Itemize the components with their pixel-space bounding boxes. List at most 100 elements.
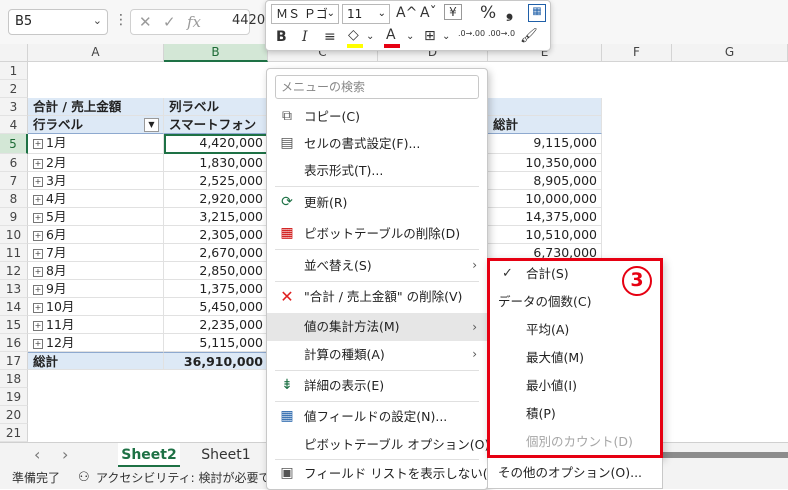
pivot-row-item[interactable]: +12月: [28, 334, 164, 352]
row-header[interactable]: 3: [0, 98, 28, 116]
menu-item-show-values-as[interactable]: 計算の種類(A) ›: [267, 341, 487, 368]
row-header[interactable]: 13: [0, 280, 28, 298]
pivot-row-item[interactable]: +6月: [28, 226, 164, 244]
next-sheet-icon[interactable]: ›: [62, 445, 68, 464]
grow-font-icon[interactable]: A^: [396, 4, 417, 22]
menu-item-hide-field-list[interactable]: ▣ フィールド リストを表示しない(D): [267, 460, 502, 487]
column-header-f[interactable]: F: [602, 44, 672, 62]
expand-icon[interactable]: +: [33, 321, 43, 331]
table-cell[interactable]: 14,375,000: [488, 208, 602, 226]
table-cell[interactable]: 2,850,000: [164, 262, 268, 280]
row-header[interactable]: 19: [0, 388, 28, 406]
pivot-column-item[interactable]: スマートフォン: [164, 116, 268, 134]
menu-item-refresh[interactable]: ⟳ 更新(R): [267, 189, 487, 216]
table-cell[interactable]: 10,510,000: [488, 226, 602, 244]
submenu-item-product[interactable]: 積(P): [488, 400, 662, 428]
pivot-grand-total-header[interactable]: 総計: [488, 116, 602, 134]
expand-icon[interactable]: +: [33, 267, 43, 277]
insert-function-icon[interactable]: fx: [187, 13, 201, 31]
row-header[interactable]: 17: [0, 352, 28, 370]
chevron-down-icon[interactable]: ⌄: [442, 28, 450, 46]
pivot-row-item[interactable]: +10月: [28, 298, 164, 316]
font-name-select[interactable]: ＭＳ Ｐゴ ⌄: [271, 4, 339, 24]
menu-item-format-cells[interactable]: ▤ セルの書式設定(F)...: [267, 130, 487, 157]
fill-color-icon[interactable]: ◇: [347, 26, 363, 48]
menu-item-number-format[interactable]: 表示形式(T)...: [267, 157, 487, 184]
column-header-g[interactable]: G: [672, 44, 788, 62]
expand-icon[interactable]: +: [33, 285, 43, 295]
pivot-value-field-label[interactable]: 合計 / 売上金額: [28, 98, 164, 116]
accessibility-icon[interactable]: ⚇: [78, 467, 90, 489]
row-header[interactable]: 7: [0, 172, 28, 190]
row-header[interactable]: 10: [0, 226, 28, 244]
row-header[interactable]: 14: [0, 298, 28, 316]
menu-item-pivot-options[interactable]: ピボットテーブル オプション(O)...: [267, 431, 501, 458]
table-cell[interactable]: 10,350,000: [488, 154, 602, 172]
table-cell[interactable]: 3,215,000: [164, 208, 268, 226]
decrease-decimal-icon[interactable]: .00→.0: [488, 29, 515, 38]
menu-item-show-details[interactable]: ⇟ 詳細の表示(E): [267, 372, 487, 399]
italic-icon[interactable]: I: [302, 28, 308, 46]
chevron-down-icon[interactable]: ⌄: [366, 28, 374, 46]
name-box[interactable]: B5 ⌄: [8, 9, 108, 35]
format-painter-icon[interactable]: 🖌: [520, 27, 538, 45]
table-cell[interactable]: 5,450,000: [164, 298, 268, 316]
row-header[interactable]: 1: [0, 62, 28, 80]
chevron-down-icon[interactable]: ⌄: [93, 14, 102, 27]
select-all-corner[interactable]: [0, 44, 28, 62]
expand-icon[interactable]: +: [33, 159, 43, 169]
row-header[interactable]: 11: [0, 244, 28, 262]
formula-input[interactable]: 4420: [232, 13, 265, 28]
table-cell[interactable]: 1,375,000: [164, 280, 268, 298]
row-header[interactable]: 12: [0, 262, 28, 280]
tab-sheet2[interactable]: Sheet2: [118, 443, 180, 467]
tab-sheet1[interactable]: Sheet1: [190, 443, 262, 467]
pivot-column-labels[interactable]: 列ラベル: [164, 98, 268, 116]
row-header[interactable]: 15: [0, 316, 28, 334]
expand-icon[interactable]: +: [33, 195, 43, 205]
pivot-grand-total-value[interactable]: 36,910,000: [164, 352, 268, 370]
row-header[interactable]: 2: [0, 80, 28, 98]
row-header[interactable]: 4: [0, 116, 28, 134]
shrink-font-icon[interactable]: Aˇ: [420, 4, 437, 22]
prev-sheet-icon[interactable]: ‹: [34, 445, 40, 464]
menu-item-remove-field[interactable]: ✕ "合計 / 売上金額" の削除(V): [267, 283, 487, 310]
expand-icon[interactable]: +: [33, 303, 43, 313]
row-header[interactable]: 21: [0, 424, 28, 442]
pivot-row-item[interactable]: +8月: [28, 262, 164, 280]
submenu-item-average[interactable]: 平均(A): [488, 316, 662, 344]
expand-icon[interactable]: +: [33, 339, 43, 349]
pivot-row-item[interactable]: +2月: [28, 154, 164, 172]
pivot-grand-total-label[interactable]: 総計: [28, 352, 164, 370]
expand-icon[interactable]: +: [33, 139, 43, 149]
format-table-icon[interactable]: ▦: [528, 4, 546, 22]
enter-icon[interactable]: ✓: [163, 13, 176, 31]
more-icon[interactable]: ⋮: [114, 12, 128, 28]
submenu-item-more-options[interactable]: その他のオプション(O)...: [487, 457, 663, 489]
table-cell[interactable]: 10,000,000: [488, 190, 602, 208]
menu-search-input[interactable]: メニューの検索: [275, 75, 479, 99]
row-header[interactable]: 20: [0, 406, 28, 424]
table-cell[interactable]: 5,115,000: [164, 334, 268, 352]
row-header[interactable]: 8: [0, 190, 28, 208]
column-header-a[interactable]: A: [28, 44, 164, 62]
expand-icon[interactable]: +: [33, 213, 43, 223]
row-header[interactable]: 5: [0, 134, 28, 154]
table-cell[interactable]: 2,920,000: [164, 190, 268, 208]
filter-dropdown-icon[interactable]: ▼: [144, 118, 159, 132]
menu-item-copy[interactable]: ⧉ コピー(C): [267, 103, 487, 130]
table-cell[interactable]: 8,905,000: [488, 172, 602, 190]
accessibility-status[interactable]: アクセシビリティ: 検討が必要です: [96, 467, 283, 489]
currency-format-icon[interactable]: ¥: [444, 4, 462, 20]
menu-item-sort[interactable]: 並べ替え(S) ›: [267, 252, 487, 279]
menu-item-value-field-settings[interactable]: ▦ 値フィールドの設定(N)...: [267, 403, 487, 430]
expand-icon[interactable]: +: [33, 231, 43, 241]
borders-icon[interactable]: ⊞: [424, 27, 436, 45]
column-header-b[interactable]: B: [164, 44, 268, 62]
pivot-row-item[interactable]: +7月: [28, 244, 164, 262]
center-align-icon[interactable]: ≡: [324, 28, 336, 46]
table-cell[interactable]: 2,235,000: [164, 316, 268, 334]
horizontal-scrollbar[interactable]: [663, 452, 788, 458]
pivot-row-item[interactable]: +4月: [28, 190, 164, 208]
pivot-row-item[interactable]: +1月: [28, 134, 164, 154]
